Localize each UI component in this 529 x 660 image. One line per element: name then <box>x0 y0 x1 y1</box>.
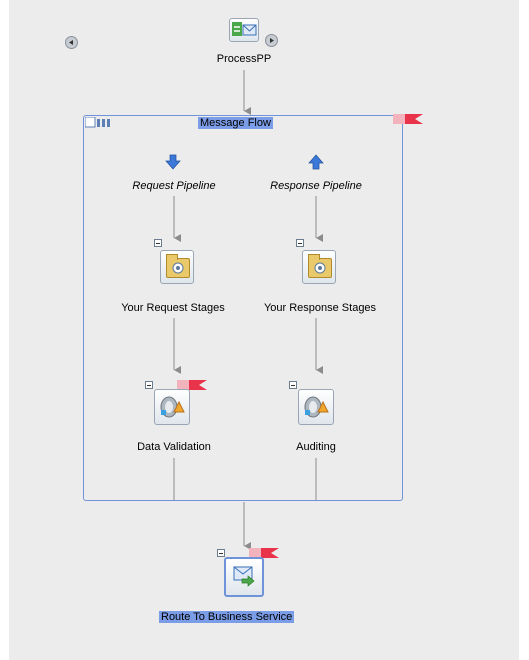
request-stage-node[interactable] <box>160 250 194 284</box>
request-arrow-icon <box>165 154 181 170</box>
navigate-right-icon[interactable] <box>265 34 278 47</box>
pipeline-pair-icon <box>232 22 257 36</box>
request-pipeline-label[interactable]: Request Pipeline <box>114 180 234 192</box>
stage-folder-icon <box>308 254 332 278</box>
start-node-label: ProcessPP <box>216 53 272 65</box>
diagram-canvas: ProcessPP Message Flow Request Pipeline … <box>9 0 519 660</box>
collapse-data-validation-icon[interactable] <box>145 381 153 389</box>
navigate-left-icon[interactable] <box>65 36 78 49</box>
collapse-response-stage-icon[interactable] <box>296 239 304 247</box>
collapse-route-icon[interactable] <box>217 549 225 557</box>
start-node[interactable] <box>229 18 259 42</box>
response-pipeline-label[interactable]: Response Pipeline <box>256 180 376 192</box>
log-action-icon <box>304 396 329 418</box>
collapse-request-stage-icon[interactable] <box>154 239 162 247</box>
collapse-auditing-icon[interactable] <box>289 381 297 389</box>
error-flag-icon <box>393 114 423 124</box>
data-validation-node[interactable] <box>154 389 190 425</box>
auditing-node[interactable] <box>298 389 334 425</box>
request-stage-label: Your Request Stages <box>121 302 225 314</box>
message-flow-icon <box>85 117 110 128</box>
message-flow-label: Message Flow <box>198 117 273 129</box>
stage-folder-icon <box>166 254 190 278</box>
data-validation-label: Data Validation <box>137 441 211 453</box>
response-stage-node[interactable] <box>302 250 336 284</box>
validate-action-icon <box>160 396 185 418</box>
route-node-label: Route To Business Service <box>159 611 295 623</box>
response-arrow-icon <box>308 154 324 170</box>
route-node[interactable] <box>224 557 264 597</box>
route-envelope-icon <box>233 566 255 587</box>
response-stage-label: Your Response Stages <box>263 302 377 314</box>
auditing-label: Auditing <box>296 441 336 453</box>
